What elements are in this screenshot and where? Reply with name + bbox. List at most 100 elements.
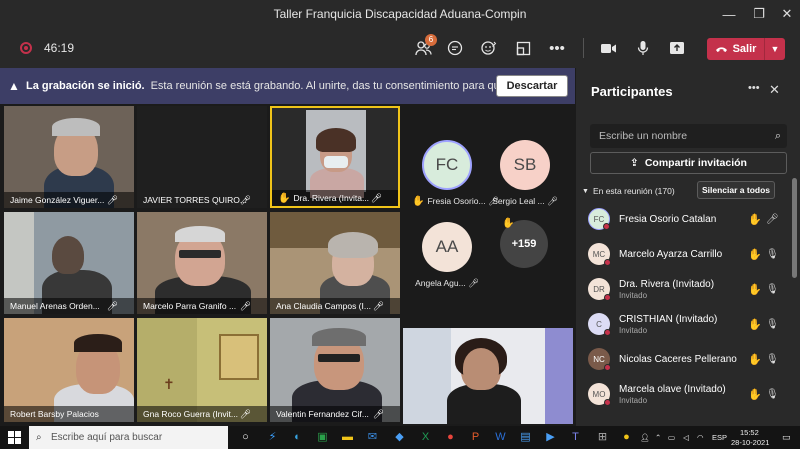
wifi-icon[interactable]: ◠	[697, 433, 704, 442]
mic-icon[interactable]: 🎤︎	[766, 214, 779, 225]
toolbar-divider	[583, 38, 584, 58]
meeting-timer: 46:19	[44, 41, 75, 55]
search-icon: ⌕	[774, 130, 781, 142]
avatar-name: Angela Agu... 🎤︎	[415, 278, 479, 288]
video-stage: Jaime González Viguer... 🎤︎ JAVIER TORRE…	[0, 104, 575, 426]
store-icon[interactable]: ▣	[315, 430, 330, 445]
mic-off-icon[interactable]: 🎙︎	[766, 354, 779, 365]
leave-button[interactable]: Salir ▼	[707, 38, 785, 60]
participant-row[interactable]: NC Nicolas Caceres Pellerano ✋ 🎙︎	[588, 344, 788, 374]
edge-icon[interactable]: ◐	[290, 430, 305, 445]
share-screen-button[interactable]	[664, 36, 690, 60]
mic-off-icon: 🎤︎	[370, 193, 382, 203]
clock-time[interactable]: 15:52	[740, 428, 759, 437]
more-actions-button[interactable]: •••	[544, 36, 570, 60]
close-panel-icon[interactable]: ✕	[769, 82, 780, 98]
avatar: NC	[588, 348, 611, 371]
participant-row[interactable]: MO Marcela olave (Invitado) Invitado ✋ 🎙︎	[588, 379, 788, 409]
zoom-icon[interactable]: ▶	[543, 430, 558, 445]
share-invite-button[interactable]: ⇪ Compartir invitación	[590, 152, 787, 174]
participant-role: Invitado	[619, 395, 648, 405]
mic-off-icon[interactable]: 🎙︎	[766, 389, 779, 400]
app-icon[interactable]: ⊞	[595, 430, 610, 445]
dropbox-icon[interactable]: ◆	[392, 430, 407, 445]
panel-more-icon[interactable]: •••	[748, 82, 760, 94]
chrome-icon[interactable]: ●	[443, 430, 458, 445]
teams-icon[interactable]: T	[568, 430, 583, 445]
mic-off-icon: 🎤︎	[239, 409, 251, 419]
taskbar-search-input[interactable]: ⌕ Escribe aquí para buscar	[29, 426, 228, 449]
speaker-tile[interactable]	[403, 328, 573, 424]
windows-start-icon[interactable]	[8, 431, 21, 444]
mic-off-icon: 🎤︎	[239, 195, 251, 205]
share-tray-icon	[670, 42, 684, 54]
participant-name: Fresia Osorio Catalan	[619, 213, 717, 225]
mail-icon[interactable]: ✉	[365, 430, 380, 445]
people-tray-icon[interactable]: 👤︎	[640, 433, 650, 442]
mic-off-icon: 🎤︎	[106, 301, 118, 311]
chevron-down-icon[interactable]: ▼	[765, 44, 785, 54]
more-participants-tile[interactable]: ✋ +159	[500, 218, 550, 268]
dismiss-button[interactable]: Descartar	[496, 75, 568, 97]
video-tile[interactable]: Robert Barsby Palacios	[4, 318, 134, 422]
excel-icon[interactable]: X	[418, 430, 433, 445]
participant-row[interactable]: MC Marcelo Ayarza Carrillo ✋ 🎙︎	[588, 239, 788, 269]
video-tile[interactable]: Ana Claudia Campos (I... 🎤︎	[270, 212, 400, 314]
camera-button[interactable]	[595, 36, 621, 60]
avatar-tile[interactable]: FC ✋ Fresia Osorio... 🎤︎	[412, 140, 499, 207]
participant-row[interactable]: C CRISTHIAN (Invitado) Invitado ✋ 🎙︎	[588, 309, 788, 339]
raised-hand-icon: ✋	[748, 248, 762, 261]
avatar: MC	[588, 243, 611, 266]
reactions-button[interactable]	[476, 36, 502, 60]
mic-off-icon[interactable]: 🎙︎	[766, 284, 779, 295]
raised-hand-icon: ✋	[748, 213, 762, 226]
participant-row[interactable]: DR Dra. Rivera (Invitado) Invitado ✋ 🎙︎	[588, 274, 788, 304]
video-tile[interactable]: Marcelo Parra Granifo ... 🎤︎	[137, 212, 267, 314]
participant-row[interactable]: FC Fresia Osorio Catalan ✋ 🎤︎	[588, 204, 788, 234]
participant-role: Invitado	[619, 325, 648, 335]
title-bar: Taller Franquicia Discapacidad Aduana-Co…	[0, 0, 800, 28]
cortana-icon[interactable]: ○	[238, 430, 253, 445]
keyboard-language[interactable]: ESP	[712, 433, 727, 442]
video-tile[interactable]: Manuel Arenas Orden... 🎤︎	[4, 212, 134, 314]
panel-scrollbar[interactable]	[792, 178, 797, 278]
rooms-button[interactable]	[510, 36, 536, 60]
participants-button[interactable]: 6	[410, 34, 437, 60]
microphone-button[interactable]	[630, 36, 656, 60]
mic-off-icon[interactable]: 🎙︎	[766, 319, 779, 330]
video-tile[interactable]: ✝ Gna Roco Guerra (Invit... 🎤︎	[137, 318, 267, 422]
raised-hand-icon: ✋	[748, 353, 762, 366]
status-icon	[604, 259, 611, 266]
recording-icon	[20, 42, 32, 54]
weather-icon[interactable]: ●	[619, 430, 634, 445]
photos-icon[interactable]: ▤	[518, 430, 533, 445]
video-tile[interactable]: Valentin Fernandez Cif... 🎤︎	[270, 318, 400, 422]
avatar: MO	[588, 383, 611, 406]
avatar-tile[interactable]: AA Angela Agu... 🎤︎	[412, 222, 482, 289]
participant-name: Dra. Rivera (Invitado)	[619, 278, 715, 290]
chevron-up-icon[interactable]: ⌃	[655, 433, 661, 442]
video-tile[interactable]: Jaime González Viguer... 🎤︎	[4, 106, 134, 208]
close-window-icon[interactable]: ✕	[770, 0, 800, 28]
avatar-tile[interactable]: SB Sergio Leal ... 🎤︎	[490, 140, 560, 207]
clock-date[interactable]: 28-10-2021	[731, 438, 769, 447]
video-tile[interactable]: ✋ Dra. Rivera (Invita... 🎤︎	[270, 106, 400, 208]
teams-icon-small[interactable]: ⚡	[265, 430, 280, 445]
volume-icon[interactable]: ◁	[683, 433, 689, 442]
network-icon[interactable]: ▭	[668, 433, 675, 442]
mute-all-button[interactable]: Silenciar a todos	[697, 181, 775, 199]
notification-icon[interactable]: ▭	[782, 432, 791, 443]
raised-hand-icon: ✋	[748, 388, 762, 401]
minimize-icon[interactable]: —	[712, 0, 746, 28]
chat-icon	[447, 40, 463, 56]
participant-name: CRISTHIAN (Invitado)	[619, 313, 718, 325]
taskbar: ⌕ Escribe aquí para buscar ○ ⚡ ◐ ▣ ▬ ✉ ◆…	[0, 426, 800, 449]
chat-button[interactable]	[442, 36, 468, 60]
word-icon[interactable]: W	[493, 430, 508, 445]
avatar: FC	[422, 140, 472, 190]
powerpoint-icon[interactable]: P	[468, 430, 483, 445]
folder-icon[interactable]: ▬	[340, 430, 355, 445]
participant-search-input[interactable]: Escribe un nombre ⌕	[590, 124, 787, 148]
mic-off-icon[interactable]: 🎙︎	[766, 249, 779, 260]
video-tile[interactable]: JAVIER TORRES QUIRO... 🎤︎	[137, 106, 267, 208]
